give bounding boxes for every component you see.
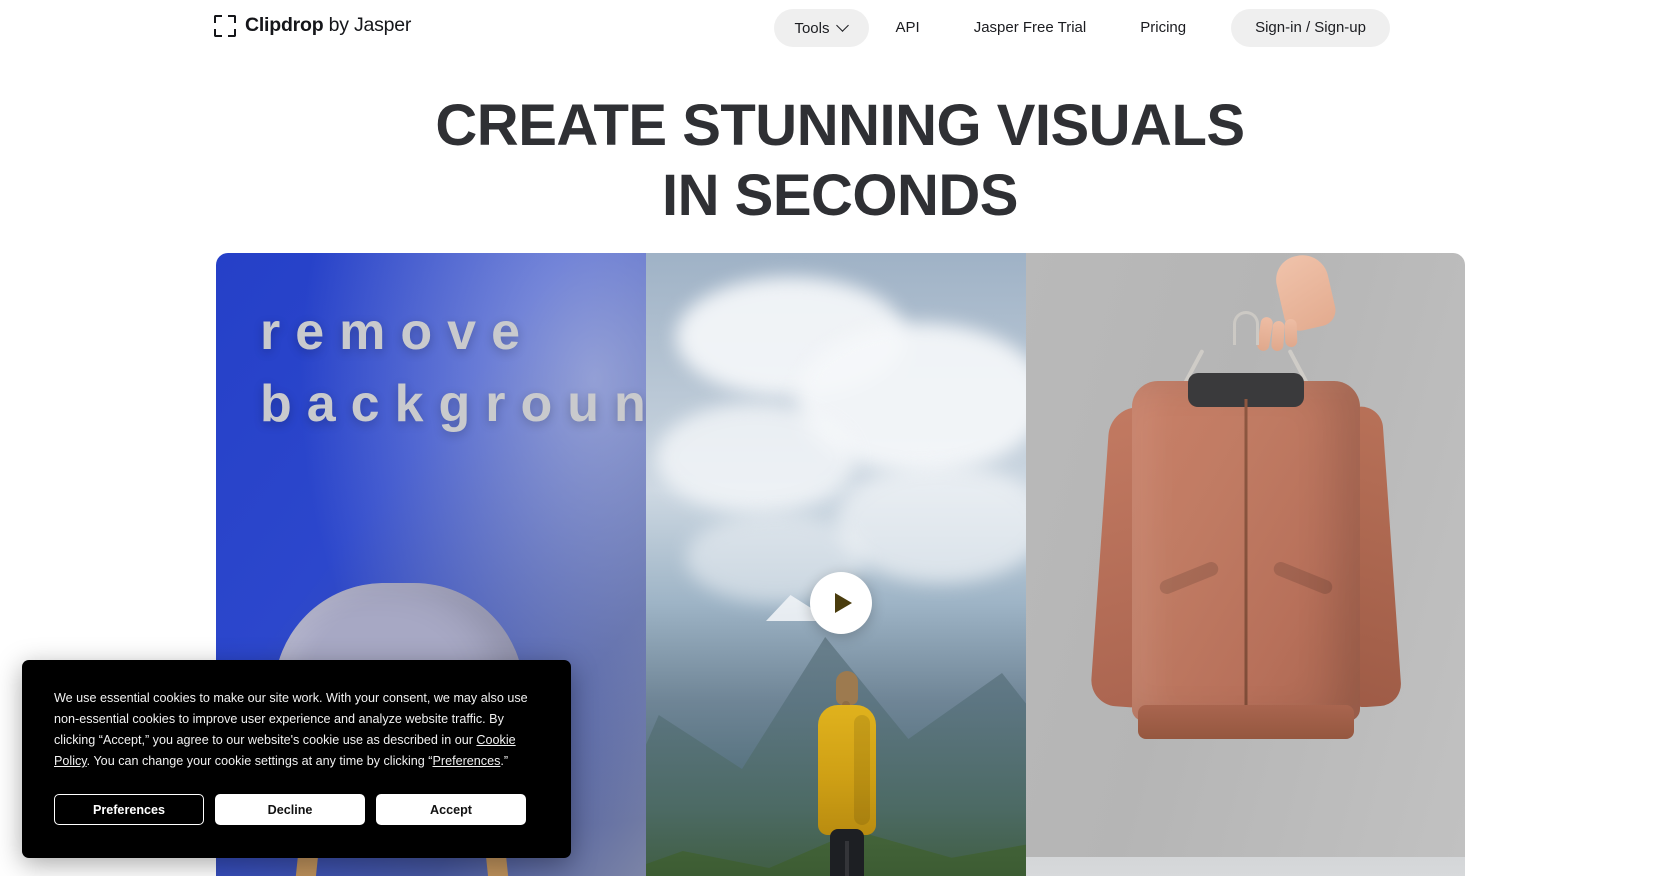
brand-logo[interactable]: Clipdrop by Jasper bbox=[214, 14, 411, 37]
bomber-jacket bbox=[1089, 373, 1402, 801]
headline-line-2: IN SECONDS bbox=[662, 163, 1018, 228]
preferences-link[interactable]: Preferences bbox=[433, 754, 501, 768]
cookie-consent-banner: We use essential cookies to make our sit… bbox=[22, 660, 571, 858]
hiker-figure bbox=[806, 671, 886, 876]
studio-floor bbox=[1026, 857, 1465, 876]
main-navigation: Tools API Jasper Free Trial Pricing Sign… bbox=[774, 9, 1390, 47]
brand-name-bold: Clipdrop bbox=[245, 14, 324, 36]
play-triangle-icon bbox=[834, 593, 852, 613]
hero-panel-jacket-hanger bbox=[1026, 253, 1465, 876]
overlay-word-background: background bbox=[260, 375, 646, 433]
hero-panel-mountain-hiker bbox=[646, 253, 1026, 876]
nav-tools-dropdown[interactable]: Tools bbox=[774, 9, 869, 47]
nav-link-api[interactable]: API bbox=[869, 9, 947, 47]
preferences-button[interactable]: Preferences bbox=[54, 794, 204, 825]
nav-link-pricing[interactable]: Pricing bbox=[1113, 9, 1213, 47]
play-button[interactable] bbox=[809, 572, 872, 634]
brand-name: Clipdrop by Jasper bbox=[245, 14, 411, 37]
cloud-shape bbox=[656, 403, 856, 513]
headline-line-1: CREATE STUNNING VISUALS bbox=[435, 93, 1245, 158]
nav-link-jasper-free-trial[interactable]: Jasper Free Trial bbox=[947, 9, 1114, 47]
overlay-word-remove: remove bbox=[260, 303, 535, 361]
nav-tools-label: Tools bbox=[794, 19, 830, 37]
cookie-banner-text: We use essential cookies to make our sit… bbox=[54, 688, 539, 772]
brand-name-light: by Jasper bbox=[323, 14, 412, 36]
cookie-text-part-1: We use essential cookies to make our sit… bbox=[54, 691, 528, 747]
cookie-banner-actions: Preferences Decline Accept bbox=[54, 794, 543, 825]
site-header: Clipdrop by Jasper Tools API Jasper Free… bbox=[0, 0, 1680, 56]
cookie-text-part-2: . You can change your cookie settings at… bbox=[86, 754, 433, 768]
frame-brackets-icon bbox=[214, 14, 236, 37]
cookie-text-part-3: .” bbox=[500, 754, 509, 768]
clipdrop-landing-page: Clipdrop by Jasper Tools API Jasper Free… bbox=[0, 0, 1680, 876]
page-title: CREATE STUNNING VISUALS IN SECONDS bbox=[0, 93, 1680, 228]
chevron-down-icon bbox=[838, 21, 849, 32]
sign-in-sign-up-button[interactable]: Sign-in / Sign-up bbox=[1231, 9, 1390, 47]
accept-button[interactable]: Accept bbox=[376, 794, 526, 825]
decline-button[interactable]: Decline bbox=[215, 794, 365, 825]
